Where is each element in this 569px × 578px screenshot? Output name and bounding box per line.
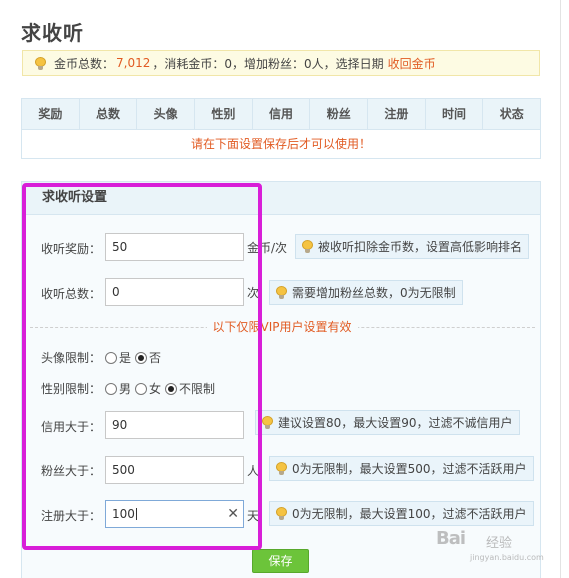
col-reward: 奖励	[22, 99, 80, 129]
fans-unit: 人	[247, 464, 260, 478]
page-title: 求收听	[21, 21, 84, 45]
total-unit: 次	[247, 286, 260, 300]
col-status: 状态	[499, 107, 524, 121]
lightbulb-icon	[302, 240, 313, 253]
lightbulb-icon	[276, 507, 287, 520]
gender-label: 性别限制：	[41, 382, 102, 396]
gender-option-any-label: 不限制	[179, 382, 216, 396]
records-table: 奖励 总数 头像 性别 信用 粉丝 注册 时间 状态 请在下面设置保存后才可以使…	[21, 98, 541, 159]
avatar-option-yes-label: 是	[119, 351, 132, 365]
reward-input[interactable]: 50	[105, 233, 244, 261]
baidu-logo: Bai	[436, 528, 466, 549]
credit-hint-text: 建议设置80，最大设置90，过滤不诚信用户	[278, 416, 513, 430]
credit-input[interactable]: 90	[105, 411, 244, 439]
gender-option-female-label: 女	[149, 382, 162, 396]
register-hint-text: 0为无限制，最大设置100，过滤不活跃用户	[292, 507, 527, 521]
gender-option-male[interactable]: 男	[105, 380, 131, 397]
col-fans: 粉丝	[310, 99, 369, 129]
total-label: 收听总数：	[41, 287, 102, 301]
avatar-option-no-label: 否	[149, 351, 162, 365]
total-hint: 需要增加粉丝总数，0为无限制	[269, 280, 463, 305]
vip-notice: 以下仅限VIP用户设置有效	[22, 318, 542, 335]
avatar-label: 头像限制：	[41, 351, 102, 365]
text-caret	[135, 508, 137, 520]
coins-label: 金币总数：	[54, 56, 115, 71]
settings-panel: 求收听设置 收听奖励： 50 金币/次 被收听扣除金币数，设置高低影响排名 收听…	[21, 181, 541, 578]
reward-hint: 被收听扣除金币数，设置高低影响排名	[295, 234, 530, 259]
clear-icon[interactable]: ✕	[227, 505, 239, 523]
avatar-option-no[interactable]: 否	[135, 349, 161, 366]
vip-notice-text: 以下仅限VIP用户设置有效	[206, 320, 358, 334]
lightbulb-icon	[276, 286, 287, 299]
page-border	[560, 0, 561, 578]
col-gender: 性别	[195, 99, 253, 129]
col-avatar: 头像	[137, 99, 196, 129]
register-label: 注册大于：	[41, 509, 102, 523]
table-header: 奖励 总数 头像 性别 信用 粉丝 注册 时间 状态	[22, 99, 540, 130]
fans-label: 粉丝大于：	[41, 464, 102, 478]
radio-button-checked[interactable]	[165, 382, 178, 395]
register-unit: 天	[247, 509, 260, 523]
fans-hint-text: 0为无限制，最大设置500，过滤不活跃用户	[292, 462, 527, 476]
col-total: 总数	[80, 99, 138, 129]
credit-label: 信用大于：	[41, 420, 102, 434]
gender-option-any[interactable]: 不限制	[165, 380, 215, 397]
reward-label: 收听奖励：	[41, 242, 102, 256]
register-input-value: 100	[112, 507, 135, 521]
gender-radio-group: 男 女 不限制	[105, 380, 219, 397]
avatar-option-yes[interactable]: 是	[105, 349, 131, 366]
reward-unit: 金币/次	[247, 241, 288, 255]
table-notice: 请在下面设置保存后才可以使用！	[190, 137, 371, 151]
fans-input[interactable]: 500	[105, 456, 244, 484]
radio-button[interactable]	[135, 382, 148, 395]
gender-option-male-label: 男	[119, 382, 132, 396]
col-time: 时间	[426, 99, 484, 129]
radio-button[interactable]	[105, 382, 117, 395]
save-button[interactable]: 保存	[252, 549, 309, 573]
lightbulb-icon	[276, 462, 287, 475]
gender-option-female[interactable]: 女	[135, 380, 161, 397]
watermark-url: jingyan.baidu.com	[470, 553, 544, 562]
total-input[interactable]: 0	[105, 278, 244, 306]
credit-hint: 建议设置80，最大设置90，过滤不诚信用户	[255, 410, 520, 435]
radio-button-checked[interactable]	[135, 351, 148, 364]
radio-button[interactable]	[105, 351, 117, 364]
total-hint-text: 需要增加粉丝总数，0为无限制	[292, 286, 456, 300]
recover-coins-link[interactable]: 收回金币	[388, 55, 436, 72]
lightbulb-icon	[35, 56, 46, 70]
summary-stats: ，消耗金币：0，增加粉丝：0人，选择日期	[152, 56, 384, 71]
lightbulb-icon	[262, 416, 273, 429]
baidu-jingyan-label: 经验	[486, 536, 513, 551]
col-register: 注册	[368, 99, 426, 129]
coins-value: 7,012	[116, 56, 151, 70]
reward-hint-text: 被收听扣除金币数，设置高低影响排名	[318, 240, 523, 254]
avatar-radio-group: 是 否	[105, 349, 165, 366]
fans-hint: 0为无限制，最大设置500，过滤不活跃用户	[269, 456, 534, 481]
register-hint: 0为无限制，最大设置100，过滤不活跃用户	[269, 501, 534, 526]
summary-bar: 金币总数： 7,012 ，消耗金币：0，增加粉丝：0人，选择日期 收回金币	[22, 50, 540, 76]
col-credit: 信用	[253, 99, 311, 129]
settings-title: 求收听设置	[22, 182, 540, 215]
register-input[interactable]: 100 ✕	[105, 500, 244, 528]
